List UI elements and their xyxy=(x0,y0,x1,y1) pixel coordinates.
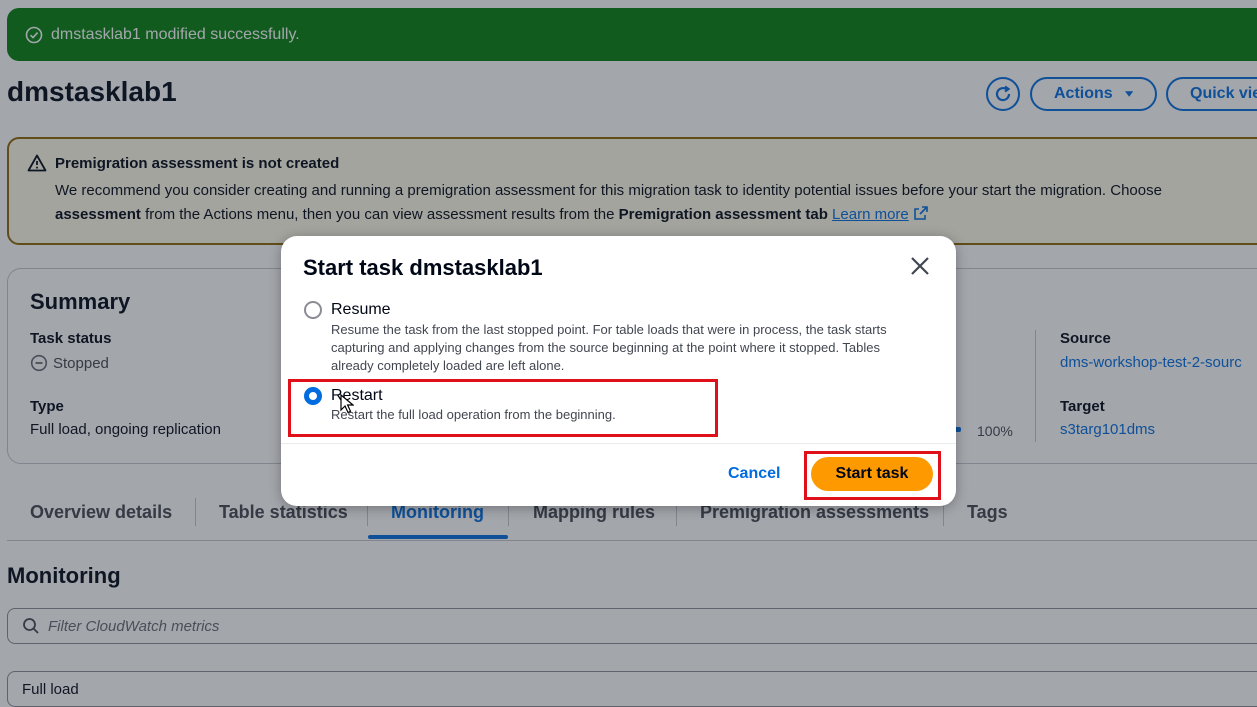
restart-highlight-box xyxy=(288,379,718,437)
modal-footer-divider xyxy=(281,443,956,444)
resume-label[interactable]: Resume xyxy=(331,301,391,319)
close-icon[interactable] xyxy=(908,254,932,278)
cancel-button[interactable]: Cancel xyxy=(728,465,780,483)
resume-desc-line1: Resume the task from the last stopped po… xyxy=(331,322,887,337)
start-task-modal: Start task dmstasklab1 Resume Resume the… xyxy=(281,236,956,506)
resume-desc-line2: capturing and applying changes from the … xyxy=(331,340,881,355)
modal-title: Start task dmstasklab1 xyxy=(303,255,543,280)
resume-radio[interactable] xyxy=(304,301,322,319)
resume-desc-line3: already completely loaded are left alone… xyxy=(331,358,565,373)
start-task-highlight-box xyxy=(804,451,941,500)
resume-description: Resume the task from the last stopped po… xyxy=(331,321,887,375)
